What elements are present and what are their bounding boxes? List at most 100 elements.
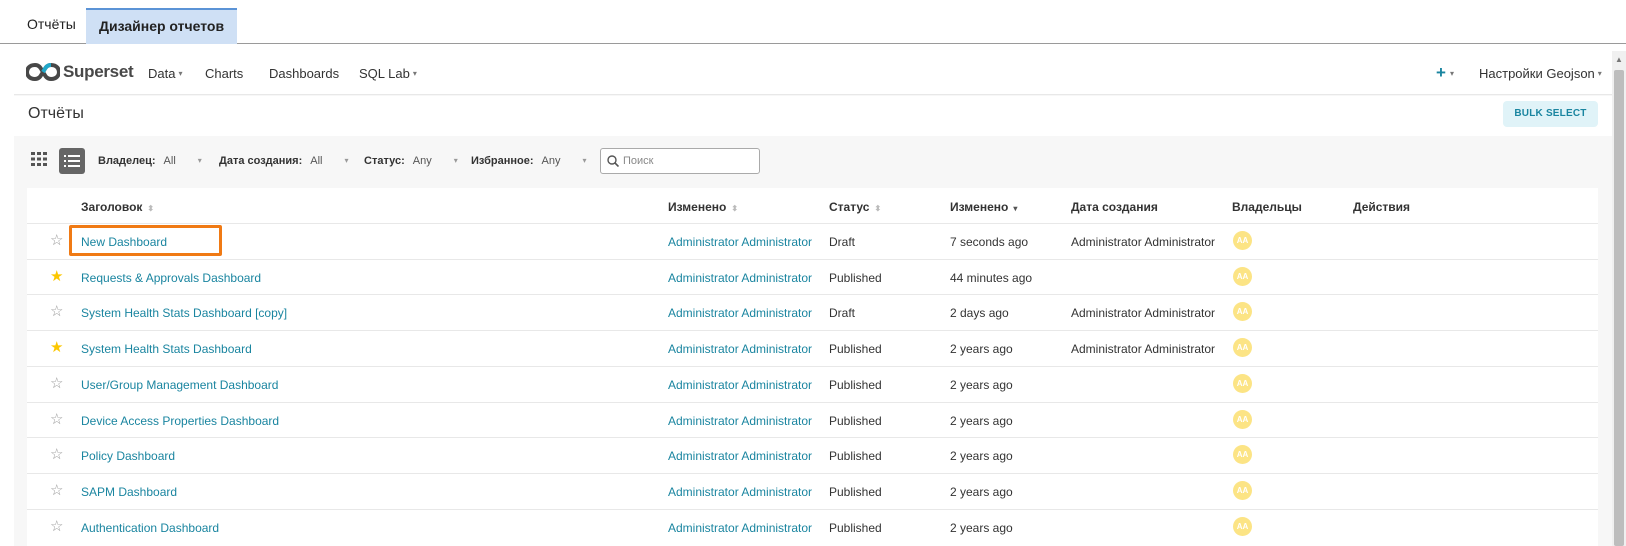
- filter-favorite[interactable]: Избранное: Any ▾: [471, 155, 587, 167]
- modified-time: 44 minutes ago: [950, 270, 1033, 285]
- tab-reports[interactable]: Отчёты: [14, 8, 89, 44]
- modified-time: 2 years ago: [950, 449, 1013, 464]
- star-outline-icon[interactable]: ☆: [50, 447, 63, 462]
- dashboard-title-link[interactable]: System Health Stats Dashboard [copy]: [81, 306, 287, 320]
- bulk-select-button[interactable]: BULK SELECT: [1503, 101, 1598, 127]
- created-by-text: Administrator Administrator: [1071, 235, 1216, 249]
- tab-report-designer[interactable]: Дизайнер отчетов: [86, 8, 238, 44]
- dashboard-title-link[interactable]: Requests & Approvals Dashboard: [81, 271, 261, 285]
- nav-charts[interactable]: Charts: [205, 66, 243, 81]
- card-view-icon[interactable]: [31, 152, 47, 166]
- sort-icon: ⬍: [731, 204, 739, 213]
- superset-logo-icon[interactable]: [26, 62, 60, 82]
- status-text: Published: [829, 484, 882, 499]
- modified-by-link[interactable]: Administrator Administrator: [668, 271, 812, 285]
- chevron-down-icon: ▾: [178, 69, 183, 78]
- status-text: Draft: [829, 235, 856, 249]
- avatar[interactable]: AA: [1233, 266, 1252, 286]
- table-row[interactable]: ☆ New Dashboard Administrator Administrato…: [27, 223, 1598, 259]
- avatar[interactable]: AA: [1233, 231, 1252, 250]
- dashboard-title-link[interactable]: SAPM Dashboard: [81, 485, 177, 499]
- column-header-status[interactable]: Статус ⬍: [829, 200, 881, 214]
- status-text: Published: [829, 520, 882, 535]
- selection-highlight: [69, 225, 222, 256]
- dashboard-title-link[interactable]: User/Group Management Dashboard: [81, 378, 278, 392]
- chevron-down-icon: ▾: [582, 156, 587, 165]
- chevron-down-icon: ▾: [197, 156, 202, 165]
- dashboard-title-link[interactable]: Authentication Dashboard: [81, 521, 219, 535]
- filter-status[interactable]: Статус: Any ▾: [364, 155, 458, 167]
- status-text: Published: [829, 342, 882, 357]
- avatar[interactable]: AA: [1233, 516, 1252, 536]
- page-title: Отчёты: [28, 105, 84, 122]
- app-tab-bar: Отчёты Дизайнер отчетов: [0, 0, 1626, 44]
- modified-by-link[interactable]: Administrator Administrator: [668, 414, 812, 428]
- filter-created-date[interactable]: Дата создания: All ▾: [219, 155, 349, 167]
- navbar: [14, 51, 1612, 95]
- modified-by-link[interactable]: Administrator Administrator: [668, 485, 812, 499]
- list-view-button[interactable]: [59, 148, 85, 174]
- nav-data[interactable]: Data ▾: [148, 66, 182, 81]
- table-row[interactable]: ☆ Authentication Dashboard Administrator A…: [27, 508, 1598, 545]
- star-outline-icon[interactable]: ☆: [50, 233, 63, 248]
- modified-time: 2 years ago: [950, 377, 1013, 392]
- avatar[interactable]: AA: [1233, 409, 1252, 429]
- table-row[interactable]: ★ Requests & Approvals Dashboard Administr…: [27, 258, 1598, 295]
- star-outline-icon[interactable]: ☆: [50, 483, 63, 498]
- dashboard-title-link[interactable]: Device Access Properties Dashboard: [81, 414, 279, 428]
- dashboard-title-link[interactable]: Policy Dashboard: [81, 449, 175, 463]
- modified-by-link[interactable]: Administrator Administrator: [668, 235, 812, 249]
- star-outline-icon[interactable]: ☆: [50, 304, 63, 319]
- modified-by-link[interactable]: Administrator Administrator: [668, 378, 812, 392]
- nav-dashboards[interactable]: Dashboards: [269, 66, 339, 81]
- table-row[interactable]: ★ System Health Stats Dashboard Administra…: [27, 330, 1598, 366]
- star-outline-icon[interactable]: ☆: [50, 376, 63, 391]
- table-row[interactable]: ☆ Policy Dashboard Administrator Administr…: [27, 437, 1598, 473]
- settings-menu[interactable]: Настройки Geojson ▾: [1479, 66, 1602, 81]
- table-row[interactable]: ☆ SAPM Dashboard Administrator Administrat…: [27, 472, 1598, 509]
- sort-icon: ⬍: [147, 204, 155, 213]
- scrollbar-thumb[interactable]: [1614, 70, 1624, 546]
- modified-time: 7 seconds ago: [950, 235, 1029, 249]
- table-row[interactable]: ☆ System Health Stats Dashboard [copy] Adm…: [27, 294, 1598, 330]
- scroll-up-arrow-icon[interactable]: ▲: [1614, 55, 1624, 65]
- modified-time: 2 years ago: [950, 484, 1013, 499]
- chevron-down-icon: ▾: [1597, 69, 1602, 78]
- avatar[interactable]: AA: [1233, 445, 1252, 465]
- created-by-text: Administrator Administrator: [1071, 306, 1216, 321]
- avatar[interactable]: AA: [1233, 480, 1252, 500]
- star-filled-icon[interactable]: ★: [50, 340, 63, 355]
- search-icon: [607, 155, 619, 167]
- avatar[interactable]: AA: [1233, 338, 1252, 358]
- column-header-title[interactable]: Заголовок ⬍: [81, 200, 154, 214]
- plus-icon[interactable]: +: [1436, 63, 1446, 83]
- brand-name[interactable]: Superset: [63, 62, 134, 82]
- table-row[interactable]: ☆ Device Access Properties Dashboard Admin…: [27, 401, 1598, 438]
- star-outline-icon[interactable]: ☆: [50, 412, 63, 427]
- star-outline-icon[interactable]: ☆: [50, 519, 63, 534]
- avatar[interactable]: AA: [1233, 373, 1252, 393]
- nav-sql-lab[interactable]: SQL Lab ▾: [359, 66, 417, 81]
- modified-by-link[interactable]: Administrator Administrator: [668, 449, 812, 463]
- table-row[interactable]: ☆ User/Group Management Dashboard Administ…: [27, 365, 1598, 402]
- modified-by-link[interactable]: Administrator Administrator: [668, 342, 812, 356]
- filter-owner[interactable]: Владелец: All ▾: [98, 155, 202, 167]
- column-header-owners: Владельцы: [1232, 200, 1302, 214]
- chevron-down-icon: ▾: [412, 69, 417, 78]
- modified-time: 2 days ago: [950, 306, 1009, 321]
- avatar[interactable]: AA: [1233, 302, 1252, 322]
- dashboard-title-link[interactable]: System Health Stats Dashboard: [81, 342, 252, 356]
- status-text: Draft: [829, 306, 856, 321]
- column-header-modified-by[interactable]: Изменено ⬍: [668, 200, 738, 214]
- modified-by-link[interactable]: Administrator Administrator: [668, 306, 812, 320]
- column-header-modified[interactable]: Изменено ▾: [950, 200, 1017, 214]
- column-header-created-by: Дата создания: [1071, 200, 1158, 214]
- chevron-down-icon: ▾: [344, 156, 349, 165]
- column-header-actions: Действия: [1353, 200, 1411, 214]
- chevron-down-icon[interactable]: ▾: [1450, 69, 1454, 78]
- modified-by-link[interactable]: Administrator Administrator: [668, 521, 812, 535]
- modified-time: 2 years ago: [950, 413, 1013, 428]
- search-input[interactable]: [623, 151, 757, 171]
- star-filled-icon[interactable]: ★: [50, 269, 63, 284]
- status-text: Published: [829, 270, 882, 285]
